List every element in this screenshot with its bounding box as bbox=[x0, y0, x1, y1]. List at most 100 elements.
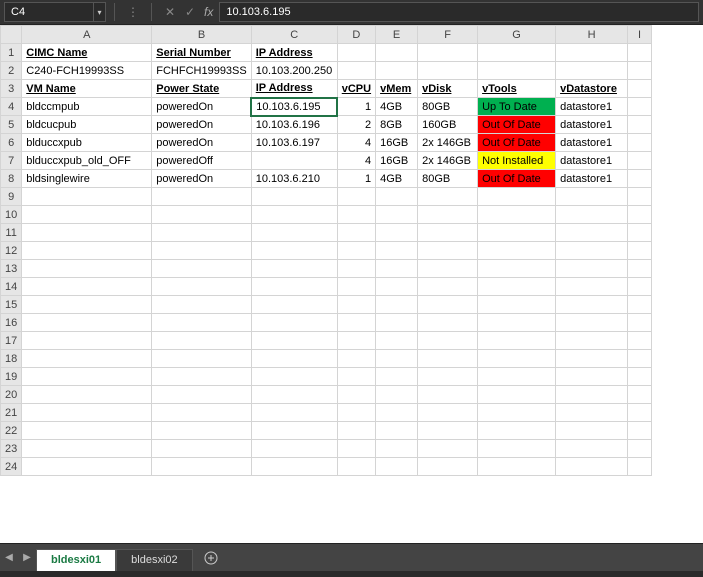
column-header-H[interactable]: H bbox=[556, 26, 628, 44]
column-header-G[interactable]: G bbox=[478, 26, 556, 44]
cell-H11[interactable] bbox=[556, 224, 628, 242]
cell-H6[interactable]: datastore1 bbox=[556, 134, 628, 152]
row-header-21[interactable]: 21 bbox=[1, 404, 22, 422]
cell-F7[interactable]: 2x 146GB bbox=[418, 152, 478, 170]
cell-F6[interactable]: 2x 146GB bbox=[418, 134, 478, 152]
cell-G14[interactable] bbox=[478, 278, 556, 296]
row-header-10[interactable]: 10 bbox=[1, 206, 22, 224]
cell-G23[interactable] bbox=[478, 440, 556, 458]
cell-B10[interactable] bbox=[152, 206, 251, 224]
cell-C4[interactable]: 10.103.6.195 bbox=[251, 98, 337, 116]
row-header-24[interactable]: 24 bbox=[1, 458, 22, 476]
cell-C24[interactable] bbox=[251, 458, 337, 476]
cell-E4[interactable]: 4GB bbox=[376, 98, 418, 116]
cell-I14[interactable] bbox=[628, 278, 652, 296]
cell-B17[interactable] bbox=[152, 332, 251, 350]
cell-H10[interactable] bbox=[556, 206, 628, 224]
cell-B2[interactable]: FCHFCH19993SS bbox=[152, 62, 251, 80]
cell-F20[interactable] bbox=[418, 386, 478, 404]
cell-B6[interactable]: poweredOn bbox=[152, 134, 251, 152]
cell-D20[interactable] bbox=[337, 386, 375, 404]
row-header-14[interactable]: 14 bbox=[1, 278, 22, 296]
cell-I5[interactable] bbox=[628, 116, 652, 134]
row-header-9[interactable]: 9 bbox=[1, 188, 22, 206]
cell-B12[interactable] bbox=[152, 242, 251, 260]
cell-D17[interactable] bbox=[337, 332, 375, 350]
cell-H13[interactable] bbox=[556, 260, 628, 278]
cell-A3[interactable]: VM Name bbox=[22, 80, 152, 98]
cell-B7[interactable]: poweredOff bbox=[152, 152, 251, 170]
cell-C11[interactable] bbox=[251, 224, 337, 242]
cell-F24[interactable] bbox=[418, 458, 478, 476]
cell-H17[interactable] bbox=[556, 332, 628, 350]
row-header-15[interactable]: 15 bbox=[1, 296, 22, 314]
cell-F8[interactable]: 80GB bbox=[418, 170, 478, 188]
cell-F15[interactable] bbox=[418, 296, 478, 314]
column-header-A[interactable]: A bbox=[22, 26, 152, 44]
cell-E13[interactable] bbox=[376, 260, 418, 278]
cell-E5[interactable]: 8GB bbox=[376, 116, 418, 134]
row-header-7[interactable]: 7 bbox=[1, 152, 22, 170]
cell-B24[interactable] bbox=[152, 458, 251, 476]
cell-C16[interactable] bbox=[251, 314, 337, 332]
cell-D18[interactable] bbox=[337, 350, 375, 368]
cell-I20[interactable] bbox=[628, 386, 652, 404]
cell-H5[interactable]: datastore1 bbox=[556, 116, 628, 134]
cell-C9[interactable] bbox=[251, 188, 337, 206]
column-header-D[interactable]: D bbox=[337, 26, 375, 44]
cell-G8[interactable]: Out Of Date bbox=[478, 170, 556, 188]
cell-F22[interactable] bbox=[418, 422, 478, 440]
cell-H9[interactable] bbox=[556, 188, 628, 206]
cell-F18[interactable] bbox=[418, 350, 478, 368]
cell-A21[interactable] bbox=[22, 404, 152, 422]
row-header-1[interactable]: 1 bbox=[1, 44, 22, 62]
cell-B13[interactable] bbox=[152, 260, 251, 278]
cell-H7[interactable]: datastore1 bbox=[556, 152, 628, 170]
cell-E24[interactable] bbox=[376, 458, 418, 476]
cell-G12[interactable] bbox=[478, 242, 556, 260]
cell-I19[interactable] bbox=[628, 368, 652, 386]
cell-D5[interactable]: 2 bbox=[337, 116, 375, 134]
cell-F9[interactable] bbox=[418, 188, 478, 206]
cell-H23[interactable] bbox=[556, 440, 628, 458]
formula-bar[interactable]: 10.103.6.195 bbox=[219, 2, 699, 22]
cell-E1[interactable] bbox=[376, 44, 418, 62]
cell-A1[interactable]: CIMC Name bbox=[22, 44, 152, 62]
cell-E2[interactable] bbox=[376, 62, 418, 80]
row-header-20[interactable]: 20 bbox=[1, 386, 22, 404]
cell-I11[interactable] bbox=[628, 224, 652, 242]
row-header-3[interactable]: 3 bbox=[1, 80, 22, 98]
cell-A17[interactable] bbox=[22, 332, 152, 350]
cell-B8[interactable]: poweredOn bbox=[152, 170, 251, 188]
cell-I9[interactable] bbox=[628, 188, 652, 206]
cell-C19[interactable] bbox=[251, 368, 337, 386]
cell-B16[interactable] bbox=[152, 314, 251, 332]
cell-G22[interactable] bbox=[478, 422, 556, 440]
row-header-6[interactable]: 6 bbox=[1, 134, 22, 152]
cell-G9[interactable] bbox=[478, 188, 556, 206]
cell-E22[interactable] bbox=[376, 422, 418, 440]
row-header-13[interactable]: 13 bbox=[1, 260, 22, 278]
column-header-E[interactable]: E bbox=[376, 26, 418, 44]
cell-D15[interactable] bbox=[337, 296, 375, 314]
cell-D2[interactable] bbox=[337, 62, 375, 80]
cell-E17[interactable] bbox=[376, 332, 418, 350]
sheet-tab-0[interactable]: bldesxi01 bbox=[36, 549, 116, 571]
cell-B21[interactable] bbox=[152, 404, 251, 422]
cell-A11[interactable] bbox=[22, 224, 152, 242]
cell-A10[interactable] bbox=[22, 206, 152, 224]
cell-H20[interactable] bbox=[556, 386, 628, 404]
cell-D1[interactable] bbox=[337, 44, 375, 62]
cell-I18[interactable] bbox=[628, 350, 652, 368]
cell-I3[interactable] bbox=[628, 80, 652, 98]
cell-H8[interactable]: datastore1 bbox=[556, 170, 628, 188]
cell-I15[interactable] bbox=[628, 296, 652, 314]
cell-I16[interactable] bbox=[628, 314, 652, 332]
cell-D3[interactable]: vCPU bbox=[337, 80, 375, 98]
cell-B22[interactable] bbox=[152, 422, 251, 440]
cell-E12[interactable] bbox=[376, 242, 418, 260]
cell-B14[interactable] bbox=[152, 278, 251, 296]
cell-E8[interactable]: 4GB bbox=[376, 170, 418, 188]
cell-C18[interactable] bbox=[251, 350, 337, 368]
cell-B15[interactable] bbox=[152, 296, 251, 314]
